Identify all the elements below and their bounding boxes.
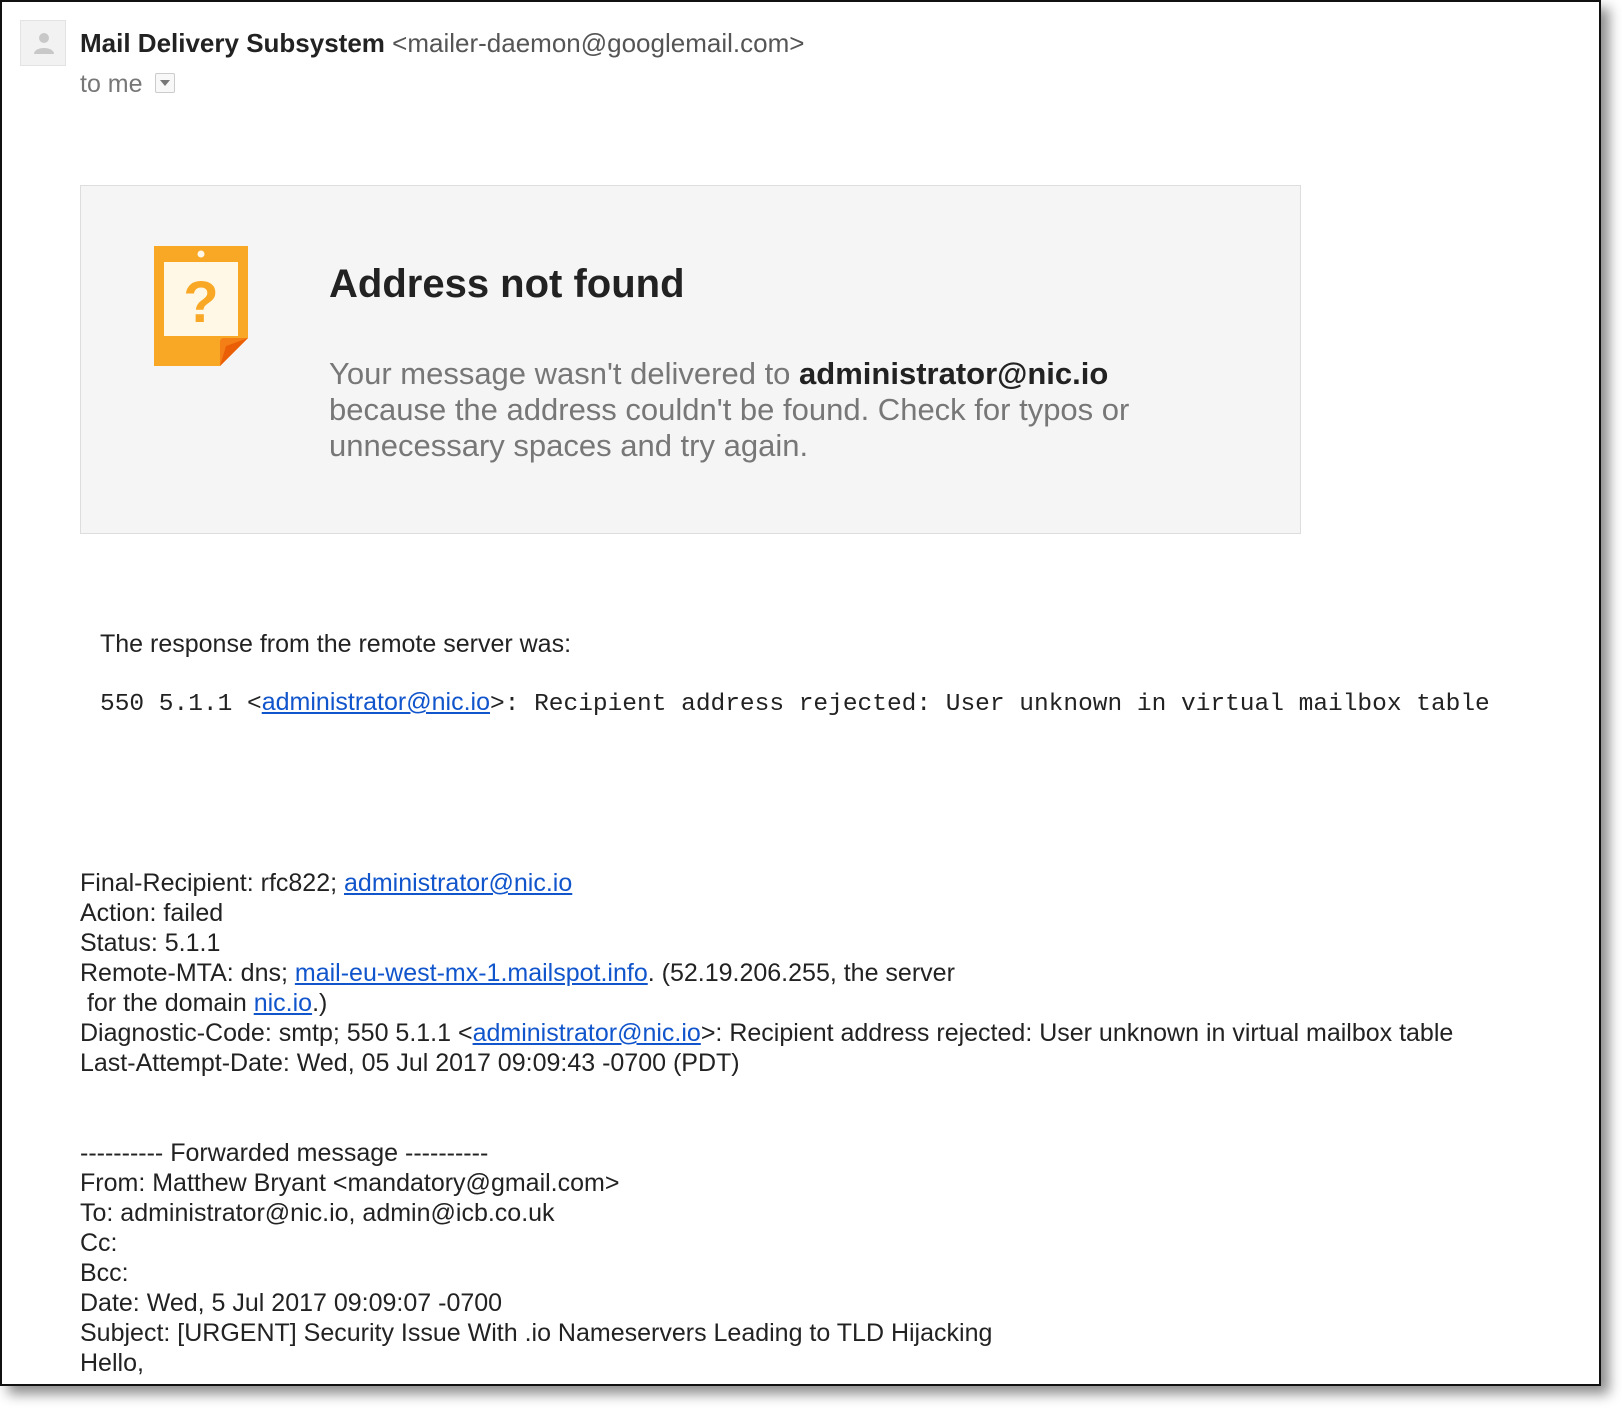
domain-line: for the domain nic.io.): [80, 988, 1453, 1018]
notice-body: Your message wasn't delivered to adminis…: [329, 356, 1229, 464]
response-code-prefix: 550 5.1.1 <: [100, 691, 262, 718]
email-window: Mail Delivery Subsystem <mailer-daemon@g…: [0, 0, 1601, 1386]
diagnostic-address-link[interactable]: administrator@nic.io: [473, 1019, 701, 1047]
person-icon: [34, 33, 54, 54]
forwarded-greeting: Hello,: [80, 1349, 144, 1377]
forwarded-message-block: ---------- Forwarded message ---------- …: [80, 1138, 992, 1378]
forwarded-date: Date: Wed, 5 Jul 2017 09:09:07 -0700: [80, 1289, 503, 1317]
forwarded-bcc: Bcc:: [80, 1259, 129, 1287]
last-attempt-line: Last-Attempt-Date: Wed, 05 Jul 2017 09:0…: [80, 1049, 740, 1077]
response-code: 550 5.1.1 <administrator@nic.io>: Recipi…: [100, 688, 1490, 718]
final-recipient-label: Final-Recipient: rfc822;: [80, 869, 345, 897]
sender-avatar[interactable]: [20, 20, 66, 66]
final-recipient-link[interactable]: administrator@nic.io: [344, 869, 572, 897]
forwarded-cc: Cc:: [80, 1229, 118, 1257]
notice-body-prefix: Your message wasn't delivered to: [329, 356, 800, 391]
domain-suffix: .): [312, 989, 328, 1017]
diagnostic-suffix: >: Recipient address rejected: User unkn…: [700, 1019, 1454, 1047]
action-line: Action: failed: [80, 899, 224, 927]
bounce-notice-card: ? Address not found Your message wasn't …: [80, 185, 1301, 534]
remote-mta-suffix: . (52.19.206.255, the server: [647, 959, 955, 987]
show-details-button[interactable]: [155, 73, 175, 93]
diagnostic-code-line: Diagnostic-Code: smtp; 550 5.1.1 <admini…: [80, 1018, 1453, 1048]
forwarded-from: From: Matthew Bryant <mandatory@gmail.co…: [80, 1169, 620, 1197]
chevron-down-icon: [160, 80, 170, 86]
response-code-suffix: >: Recipient address rejected: User unkn…: [489, 691, 1490, 718]
domain-link[interactable]: nic.io: [254, 989, 312, 1017]
sender-line: Mail Delivery Subsystem <mailer-daemon@g…: [80, 28, 804, 59]
domain-label: for the domain: [80, 989, 254, 1017]
diagnostic-label: Diagnostic-Code: smtp; 550 5.1.1 <: [80, 1019, 473, 1047]
sender-email: <mailer-daemon@googlemail.com>: [392, 28, 805, 58]
response-address-link[interactable]: administrator@nic.io: [262, 688, 490, 716]
notice-body-suffix: because the address couldn't be found. C…: [329, 392, 1130, 463]
final-recipient-line: Final-Recipient: rfc822; administrator@n…: [80, 868, 1453, 898]
remote-mta-label: Remote-MTA: dns;: [80, 959, 295, 987]
status-line: Status: 5.1.1: [80, 929, 221, 957]
response-label: The response from the remote server was:: [100, 630, 572, 658]
remote-mta-link[interactable]: mail-eu-west-mx-1.mailspot.info: [295, 959, 648, 987]
forwarded-to: To: administrator@nic.io, admin@icb.co.u…: [80, 1199, 555, 1227]
forwarded-separator: ---------- Forwarded message ----------: [80, 1139, 489, 1167]
notice-title: Address not found: [329, 262, 685, 306]
notice-failed-address: administrator@nic.io: [799, 356, 1109, 391]
forwarded-subject: Subject: [URGENT] Security Issue With .i…: [80, 1319, 993, 1347]
recipient-summary: to me: [80, 70, 143, 98]
sender-name[interactable]: Mail Delivery Subsystem: [80, 28, 385, 58]
question-note-icon: ?: [154, 246, 248, 366]
svg-text:?: ?: [183, 270, 218, 335]
delivery-status-block: Final-Recipient: rfc822; administrator@n…: [80, 868, 1453, 1078]
remote-mta-line: Remote-MTA: dns; mail-eu-west-mx-1.mails…: [80, 958, 1453, 988]
